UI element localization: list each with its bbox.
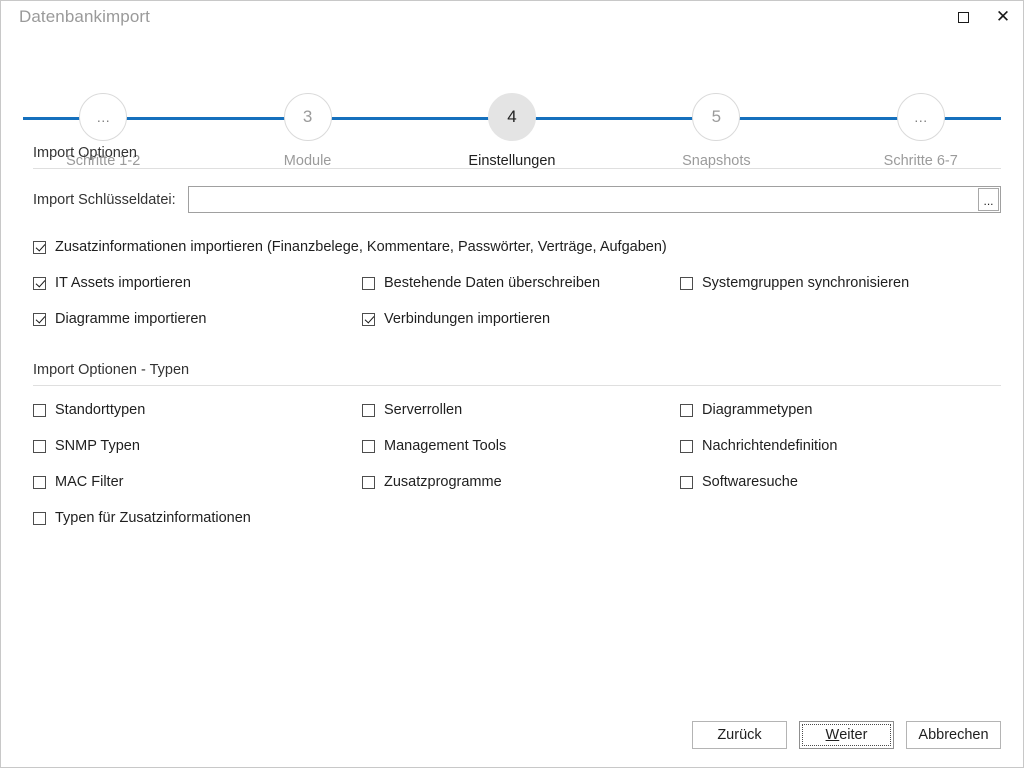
close-button[interactable]: ✕ — [983, 2, 1023, 32]
checkbox-box[interactable] — [33, 403, 46, 417]
section-title: Import Optionen - Typen — [33, 362, 190, 378]
window-controls: ✕ — [943, 1, 1023, 33]
wizard-stepper: … Schritte 1-2 3 Module 4 Einstellungen … — [1, 33, 1023, 169]
next-button[interactable]: Weiter — [799, 721, 894, 749]
checkbox-softwaresuche[interactable]: Softwaresuche — [680, 464, 1001, 500]
step-badge: … — [896, 93, 945, 141]
checkbox-label: Nachrichtendefinition — [702, 438, 838, 454]
step-badge: 5 — [692, 93, 741, 141]
checkbox-snmp-typen[interactable]: SNMP Typen — [33, 428, 362, 464]
checkbox-label: Serverrollen — [384, 402, 463, 418]
title-bar: Datenbankimport ✕ — [1, 1, 1023, 33]
step-badge: 4 — [487, 93, 536, 141]
checkbox-box[interactable] — [362, 403, 375, 417]
checkbox-label: Systemgruppen synchronisieren — [702, 275, 910, 291]
checkbox-management-tools[interactable]: Management Tools — [362, 428, 680, 464]
section-divider — [33, 168, 1001, 169]
checkbox-label: IT Assets importieren — [55, 275, 191, 291]
dialog-content: Import Optionen Import Schlüsseldatei: .… — [1, 145, 1023, 767]
checkbox-box[interactable] — [33, 312, 46, 326]
checkbox-serverrollen[interactable]: Serverrollen — [362, 392, 680, 428]
checkbox-zusatzprogramme[interactable]: Zusatzprogramme — [362, 464, 680, 500]
checkbox-nachrichtendefinition[interactable]: Nachrichtendefinition — [680, 428, 1001, 464]
checkbox-box[interactable] — [33, 511, 46, 525]
next-button-mnemonic: W — [825, 727, 840, 743]
window-title: Datenbankimport — [19, 7, 150, 26]
checkbox-box[interactable] — [680, 276, 693, 290]
back-button[interactable]: Zurück — [692, 721, 787, 749]
restore-icon — [957, 11, 969, 23]
checkbox-label: Management Tools — [384, 438, 507, 454]
checkbox-label: Standorttypen — [55, 402, 146, 418]
checkbox-box[interactable] — [362, 276, 375, 290]
checkbox-bestehende-daten-ueberschreiben[interactable]: Bestehende Daten überschreiben — [362, 265, 680, 301]
import-options-grid: IT Assets importieren Bestehende Daten ü… — [33, 265, 1001, 337]
checkbox-it-assets-importieren[interactable]: IT Assets importieren — [33, 265, 362, 301]
checkbox-box[interactable] — [362, 475, 375, 489]
checkbox-systemgruppen-synchronisieren[interactable]: Systemgruppen synchronisieren — [680, 265, 1001, 301]
checkbox-label: SNMP Typen — [55, 438, 140, 454]
step-badge: 3 — [283, 93, 332, 141]
checkbox-label: Zusatzprogramme — [384, 474, 502, 490]
browse-button[interactable]: ... — [978, 188, 999, 211]
close-icon: ✕ — [995, 6, 1011, 27]
checkbox-label: MAC Filter — [55, 474, 124, 490]
checkbox-box[interactable] — [33, 439, 46, 453]
checkbox-box[interactable] — [680, 439, 693, 453]
step-badge: … — [79, 93, 128, 141]
checkbox-label: Verbindungen importieren — [384, 311, 551, 327]
checkbox-box[interactable] — [362, 312, 375, 326]
checkbox-box[interactable] — [680, 475, 693, 489]
checkbox-label: Diagramme importieren — [55, 311, 207, 327]
import-options-checkboxes: Zusatzinformationen importieren (Finanzb… — [23, 229, 1001, 337]
dialog-window: Datenbankimport ✕ … Schritte 1-2 3 Modul… — [0, 0, 1024, 768]
checkbox-label: Bestehende Daten überschreiben — [384, 275, 601, 291]
import-key-file-field[interactable]: ... — [188, 186, 1001, 213]
checkbox-diagramme-importieren[interactable]: Diagramme importieren — [33, 301, 362, 337]
checkbox-box[interactable] — [33, 276, 46, 290]
restore-button[interactable] — [943, 2, 983, 32]
checkbox-standorttypen[interactable]: Standorttypen — [33, 392, 362, 428]
checkbox-box[interactable] — [362, 439, 375, 453]
import-key-file-label: Import Schlüsseldatei: — [33, 191, 176, 208]
checkbox-box[interactable] — [33, 240, 46, 254]
checkbox-mac-filter[interactable]: MAC Filter — [33, 464, 362, 500]
section-import-optionen: Import Optionen — [23, 145, 1001, 169]
import-types-checkboxes: Standorttypen Serverrollen Diagrammetype… — [23, 392, 1001, 536]
next-button-label: eiter — [839, 727, 868, 743]
checkbox-box[interactable] — [680, 403, 693, 417]
import-key-file-row: Import Schlüsseldatei: ... — [23, 186, 1001, 213]
checkbox-label: Softwaresuche — [702, 474, 798, 490]
checkbox-label: Zusatzinformationen importieren (Finanzb… — [55, 239, 667, 255]
checkbox-label: Typen für Zusatzinformationen — [55, 510, 251, 526]
cancel-button[interactable]: Abbrechen — [906, 721, 1001, 749]
grid-filler-cell — [680, 301, 1001, 337]
checkbox-box[interactable] — [33, 475, 46, 489]
checkbox-typen-fuer-zusatzinformationen[interactable]: Typen für Zusatzinformationen — [33, 500, 362, 536]
section-divider — [33, 385, 1001, 386]
import-types-grid: Standorttypen Serverrollen Diagrammetype… — [33, 392, 1001, 536]
section-import-optionen-typen: Import Optionen - Typen — [23, 362, 1001, 386]
section-title: Import Optionen — [33, 145, 137, 161]
checkbox-diagrammetypen[interactable]: Diagrammetypen — [680, 392, 1001, 428]
dialog-footer: Zurück Weiter Abbrechen — [1, 703, 1023, 767]
import-key-file-input[interactable] — [189, 188, 978, 211]
checkbox-label: Diagrammetypen — [702, 402, 813, 418]
checkbox-verbindungen-importieren[interactable]: Verbindungen importieren — [362, 301, 680, 337]
checkbox-zusatzinformationen-importieren[interactable]: Zusatzinformationen importieren (Finanzb… — [33, 229, 1001, 265]
